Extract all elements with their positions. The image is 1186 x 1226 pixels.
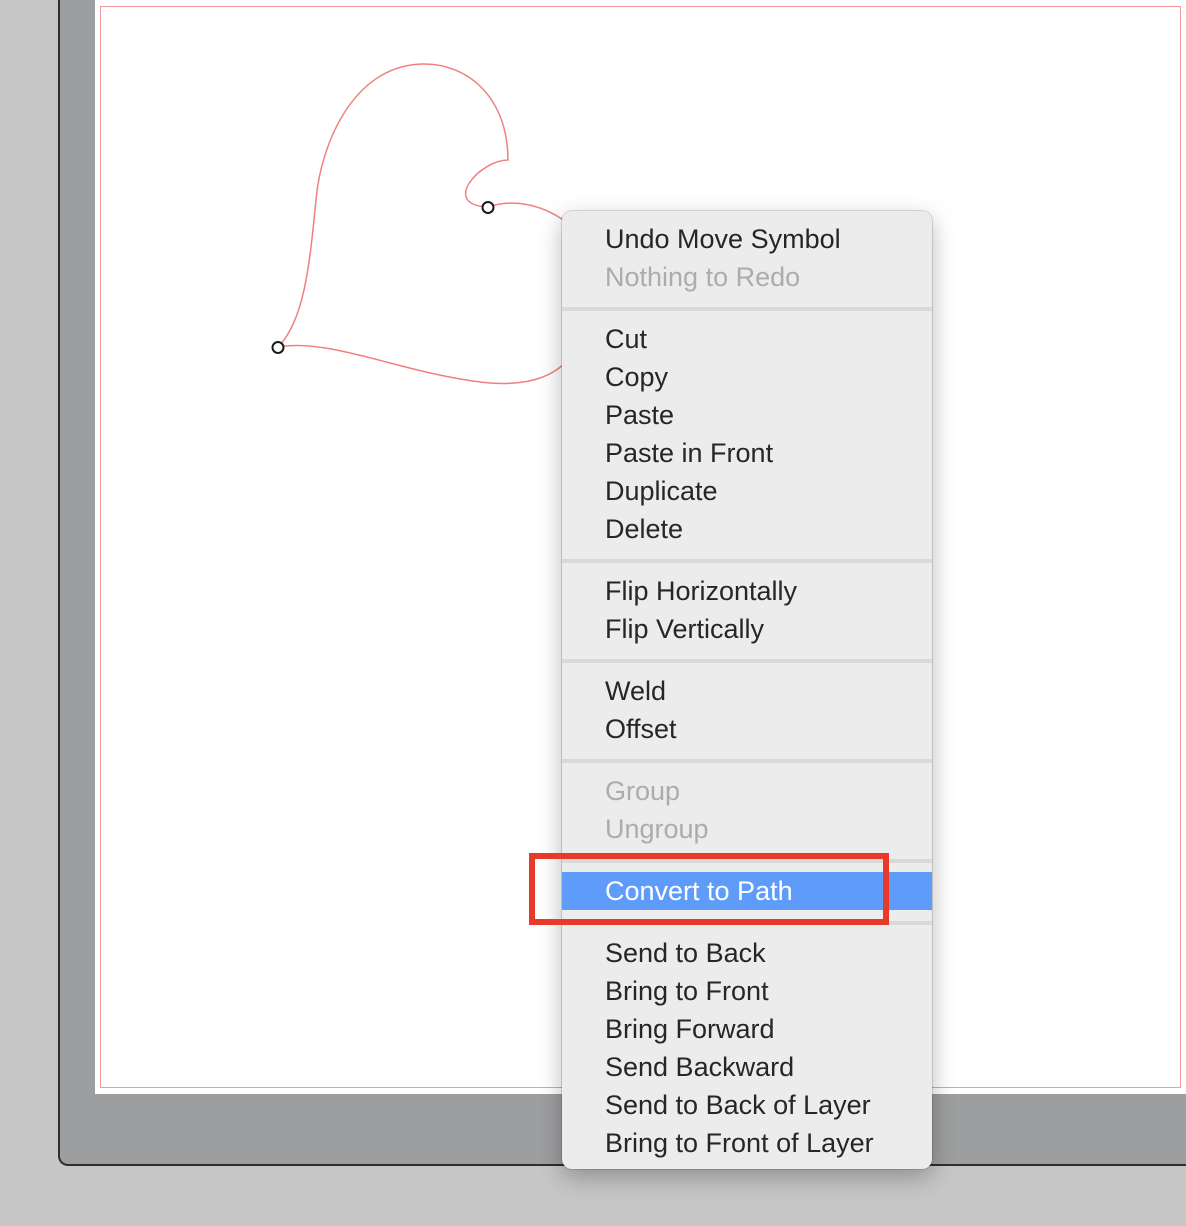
menu-item-paste[interactable]: Paste xyxy=(562,396,932,434)
menu-separator xyxy=(562,307,932,311)
menu-item-ungroup: Ungroup xyxy=(605,814,709,844)
menu-item-copy[interactable]: Copy xyxy=(562,358,932,396)
anchor-point-icon xyxy=(271,341,285,354)
context-menu: Undo Move Symbol Nothing to Redo Cut Copy Pa… xyxy=(562,211,932,1169)
anchor-point-icon xyxy=(481,201,495,214)
menu-item-undo-move-symbol[interactable]: Undo Move Symbol xyxy=(562,220,932,258)
menu-item-flip-horizontally[interactable]: Flip Horizontally xyxy=(562,572,932,610)
menu-separator xyxy=(562,759,932,763)
menu-item-delete[interactable]: Delete xyxy=(562,510,932,548)
menu-item-bring-forward[interactable]: Bring Forward xyxy=(562,1010,932,1048)
menu-item-paste-in-front[interactable]: Paste in Front xyxy=(562,434,932,472)
heart-path-right xyxy=(487,202,571,226)
menu-item-bring-to-front-of-layer[interactable]: Bring to Front of Layer xyxy=(562,1124,932,1162)
menu-item-send-to-back[interactable]: Send to Back xyxy=(562,934,932,972)
menu-separator xyxy=(562,559,932,563)
menu-item-weld[interactable]: Weld xyxy=(562,672,932,710)
menu-item-bring-to-front[interactable]: Bring to Front xyxy=(562,972,932,1010)
menu-item-duplicate[interactable]: Duplicate xyxy=(562,472,932,510)
menu-item-nothing-to-redo: Nothing to Redo xyxy=(605,262,801,292)
annotation-highlight-box xyxy=(529,853,889,925)
menu-item-flip-vertically[interactable]: Flip Vertically xyxy=(562,610,932,648)
menu-item-offset[interactable]: Offset xyxy=(562,710,932,748)
menu-separator xyxy=(562,659,932,663)
menu-item-send-to-back-of-layer[interactable]: Send to Back of Layer xyxy=(562,1086,932,1124)
menu-item-cut[interactable]: Cut xyxy=(562,320,932,358)
menu-item-group: Group xyxy=(605,776,681,806)
menu-item-send-backward[interactable]: Send Backward xyxy=(562,1048,932,1086)
heart-path xyxy=(275,63,571,385)
